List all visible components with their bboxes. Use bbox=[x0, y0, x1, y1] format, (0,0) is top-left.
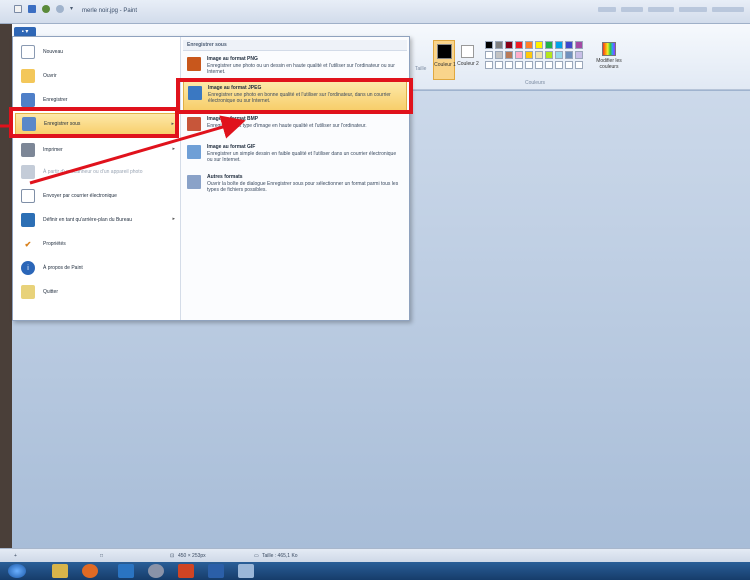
image-dimensions: 450 × 253px bbox=[178, 553, 206, 559]
status-bar: + □ ⊡ 450 × 253px ▭ Taille : 465,1 Ko bbox=[0, 548, 750, 562]
add-icon: + bbox=[14, 553, 17, 559]
explorer-icon[interactable] bbox=[52, 564, 68, 578]
annotation-arrow bbox=[0, 115, 246, 185]
start-button[interactable] bbox=[8, 564, 26, 578]
firefox-icon[interactable] bbox=[82, 564, 98, 578]
outlook-icon[interactable] bbox=[118, 564, 134, 578]
taskbar bbox=[0, 562, 750, 580]
dimensions-icon: ⊡ bbox=[170, 553, 175, 559]
app-icon[interactable] bbox=[148, 564, 164, 578]
file-size-icon: ▭ bbox=[254, 553, 259, 559]
powerpoint-icon[interactable] bbox=[178, 564, 194, 578]
file-size: Taille : 465,1 Ko bbox=[262, 553, 298, 559]
selection-icon: □ bbox=[100, 553, 104, 559]
paint-taskbar-icon[interactable] bbox=[238, 564, 254, 578]
word-icon[interactable] bbox=[208, 564, 224, 578]
